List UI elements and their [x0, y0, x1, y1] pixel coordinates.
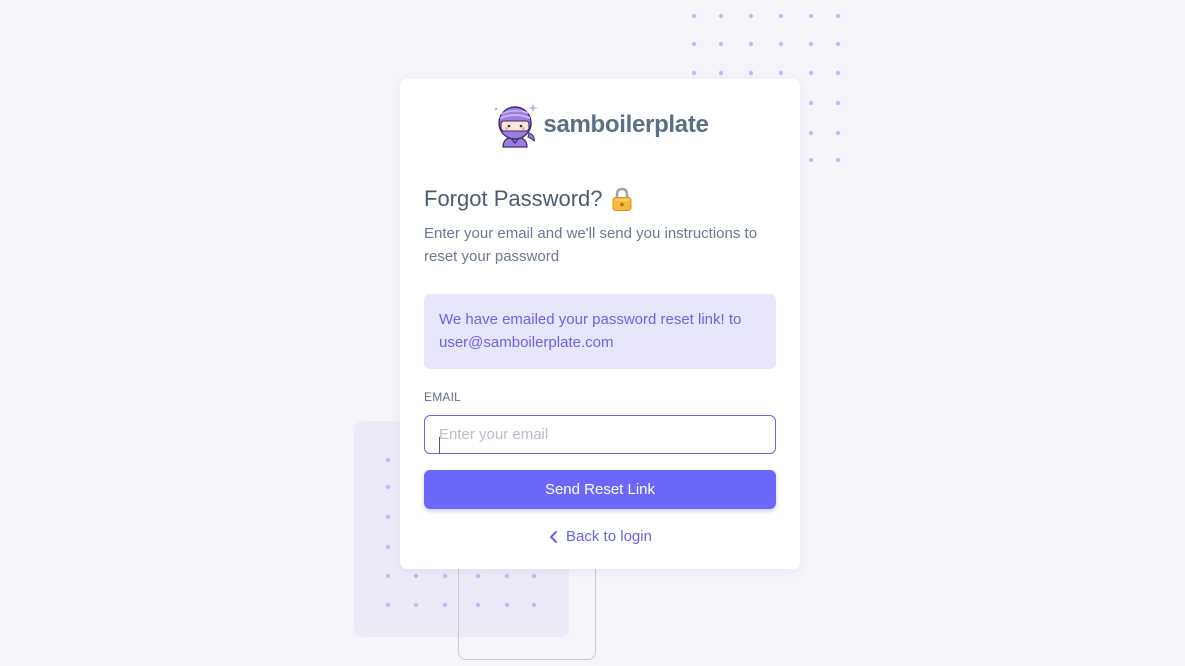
ninja-mascot-icon — [495, 103, 539, 148]
page-title-text: Forgot Password? — [424, 186, 603, 211]
lock-icon — [612, 187, 632, 211]
brand-name: samboilerplate — [543, 111, 709, 138]
back-to-login-label: Back to login — [566, 528, 652, 545]
success-alert: We have emailed your password reset link… — [424, 294, 776, 369]
send-reset-link-button[interactable]: Send Reset Link — [424, 470, 776, 509]
forgot-password-card: samboilerplate Forgot Password? Enter yo… — [400, 79, 800, 569]
page-title: Forgot Password? — [424, 186, 776, 212]
page-background: samboilerplate Forgot Password? Enter yo… — [0, 0, 1185, 666]
email-field-wrapper — [424, 415, 776, 454]
page-subtitle: Enter your email and we'll send you inst… — [424, 225, 758, 265]
email-label: EMAIL — [424, 390, 462, 404]
back-to-login-link[interactable]: Back to login — [424, 528, 776, 545]
chevron-left-icon — [550, 530, 558, 543]
brand: samboilerplate — [424, 101, 776, 149]
text-cursor — [439, 437, 440, 454]
email-input[interactable] — [424, 415, 776, 454]
